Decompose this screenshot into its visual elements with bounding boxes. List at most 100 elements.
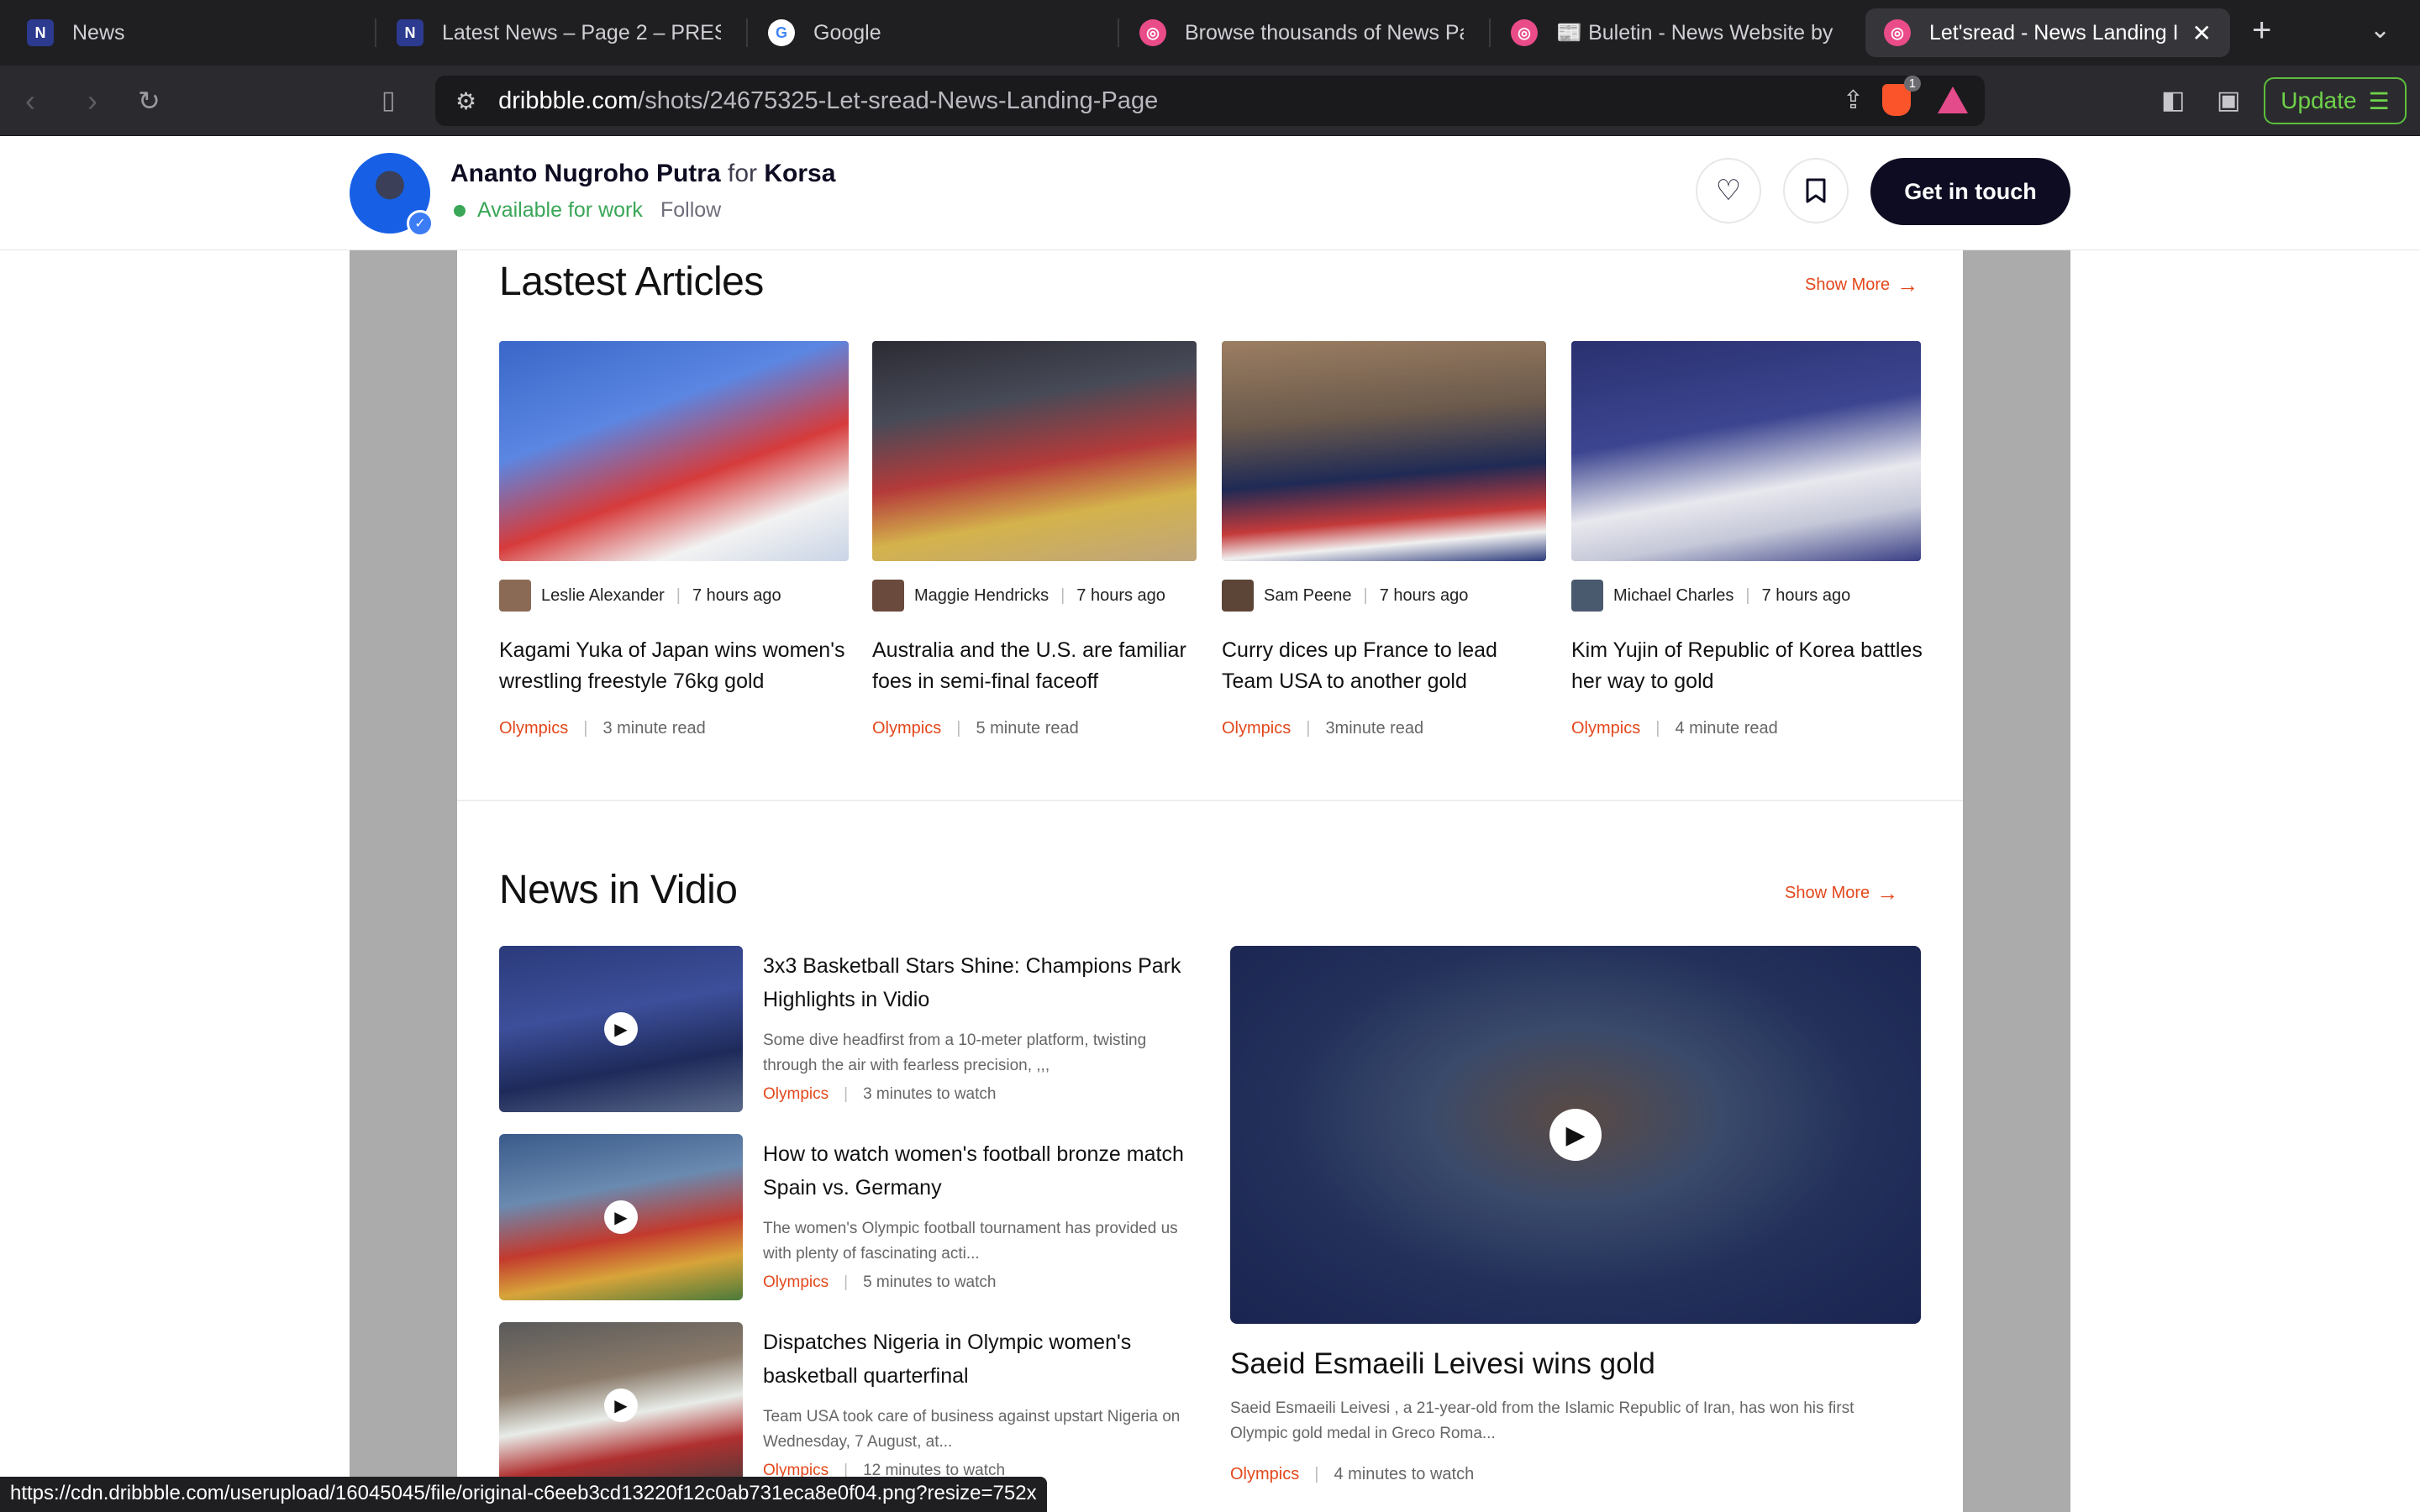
brave-shields-icon[interactable]: 1 — [1882, 76, 1921, 116]
new-tab-icon[interactable]: + — [2252, 12, 2271, 50]
bookmark-icon[interactable]: ▯ — [381, 81, 396, 121]
url-path: /shots/24675325-Let-sread-News-Landing-P… — [638, 87, 1159, 114]
category-tag[interactable]: Olympics — [763, 1085, 829, 1104]
category-tag[interactable]: Olympics — [872, 719, 941, 738]
dribbble-icon: ◎ — [1511, 19, 1538, 46]
post-time: 7 hours ago — [1076, 585, 1165, 605]
designer-name[interactable]: Ananto Nugroho Putra — [450, 160, 721, 187]
address-bar[interactable]: ⚙ dribbble.com/shots/24675325-Let-sread-… — [435, 76, 1985, 126]
brave-rewards-icon[interactable] — [1938, 87, 1968, 113]
article-title[interactable]: Kim Yujin of Republic of Korea battles h… — [1571, 635, 1924, 697]
featured-video-thumbnail[interactable]: ▶ — [1230, 946, 1921, 1324]
article-image-wrestling[interactable] — [499, 341, 849, 561]
article-image-basketball[interactable] — [872, 341, 1197, 561]
address-bar-actions: ⇪ 1 — [1843, 76, 1968, 116]
featured-video-description: Saeid Esmaeili Leivesi , a 21-year-old f… — [1230, 1399, 1854, 1442]
share-icon[interactable]: ⇪ — [1843, 86, 1864, 115]
pro-badge-icon: ✓ — [407, 210, 434, 237]
news-in-vidio-title: News in Vidio — [499, 868, 738, 912]
post-time: 7 hours ago — [692, 585, 781, 605]
watch-time: 3 minutes to watch — [863, 1085, 997, 1103]
news-site-icon: N — [397, 19, 424, 46]
tab-browse-news-pages[interactable]: ◎ Browse thousands of News Pag — [1121, 8, 1482, 57]
for-word: for — [727, 160, 757, 187]
chevron-down-icon[interactable]: ⌄ — [2370, 15, 2391, 45]
watch-time: 5 minutes to watch — [863, 1273, 997, 1291]
category-tag[interactable]: Olympics — [1222, 719, 1291, 738]
browser-tab-bar: N News N Latest News – Page 2 – PRESB G … — [0, 0, 2420, 66]
latest-show-more-link[interactable]: Show More → — [1805, 272, 1918, 298]
author-name: Michael Charles — [1613, 585, 1734, 605]
read-time: 5 minute read — [976, 719, 1079, 738]
post-time: 7 hours ago — [1761, 585, 1851, 605]
tab-separator — [1118, 18, 1119, 47]
arrow-right-icon: → — [1876, 880, 1899, 906]
availability-status: Available for work — [454, 198, 643, 223]
tab-letsread-active[interactable]: ◎ Let'sread - News Landing I ✕ — [1865, 8, 2230, 57]
reload-icon[interactable]: ↻ — [138, 81, 160, 121]
bookmark-icon — [1806, 178, 1826, 203]
play-icon[interactable]: ▶ — [604, 1200, 638, 1234]
video-description: Team USA took care of business against u… — [763, 1408, 1181, 1451]
dribbble-icon: ◎ — [1139, 19, 1166, 46]
show-more-label: Show More — [1805, 276, 1891, 294]
google-icon: G — [768, 19, 795, 46]
video-list-item[interactable]: ▶ 3x3 Basketball Stars Shine: Champions … — [499, 946, 1205, 1114]
video-title[interactable]: 3x3 Basketball Stars Shine: Champions Pa… — [763, 949, 1200, 1016]
close-tab-icon[interactable]: ✕ — [2181, 19, 2212, 47]
wallet-icon[interactable]: ▣ — [2217, 81, 2240, 121]
category-tag[interactable]: Olympics — [1571, 719, 1640, 738]
video-list-item[interactable]: ▶ Dispatches Nigeria in Olympic women's … — [499, 1322, 1205, 1490]
browser-toolbar: ‹ › ↻ ▯ ⚙ dribbble.com/shots/24675325-Le… — [0, 66, 2420, 136]
post-time: 7 hours ago — [1379, 585, 1469, 605]
video-thumbnail[interactable]: ▶ — [499, 1322, 743, 1488]
latest-articles-title: Lastest Articles — [499, 260, 764, 304]
author-avatar — [1571, 580, 1603, 612]
article-image-curry[interactable] — [1222, 341, 1546, 561]
update-button[interactable]: Update ☰ — [2264, 77, 2407, 124]
like-button[interactable]: ♡ — [1696, 158, 1761, 223]
play-icon[interactable]: ▶ — [604, 1389, 638, 1422]
article-title[interactable]: Curry dices up France to lead Team USA t… — [1222, 635, 1549, 697]
video-thumbnail[interactable]: ▶ — [499, 1134, 743, 1300]
tab-separator — [1489, 18, 1491, 47]
sidebar-toggle-icon[interactable]: ◧ — [2161, 81, 2185, 121]
article-image-taekwondo[interactable] — [1571, 341, 1921, 561]
article-title[interactable]: Australia and the U.S. are familiar foes… — [872, 635, 1200, 697]
video-thumbnail[interactable]: ▶ — [499, 946, 743, 1112]
url-host: dribbble.com — [498, 87, 639, 114]
tab-google[interactable]: G Google — [750, 8, 1111, 57]
news-site-icon: N — [27, 19, 54, 46]
category-tag[interactable]: Olympics — [1230, 1465, 1299, 1484]
play-icon[interactable]: ▶ — [604, 1012, 638, 1046]
read-time: 3minute read — [1325, 719, 1424, 738]
videos-show-more-link[interactable]: Show More → — [1785, 880, 1898, 906]
tab-news[interactable]: N News — [8, 8, 370, 57]
article-title[interactable]: Kagami Yuka of Japan wins women's wrestl… — [499, 635, 852, 697]
author-name: Leslie Alexander — [541, 585, 665, 605]
featured-video-title[interactable]: Saeid Esmaeili Leivesi wins gold — [1230, 1347, 1655, 1381]
video-description: The women's Olympic football tournament … — [763, 1220, 1178, 1263]
category-tag[interactable]: Olympics — [499, 719, 568, 738]
site-settings-icon[interactable]: ⚙ — [455, 87, 476, 115]
author-avatar — [499, 580, 531, 612]
tab-latest-news[interactable]: N Latest News – Page 2 – PRESB — [378, 8, 739, 57]
dribbble-icon: ◎ — [1884, 19, 1911, 46]
save-button[interactable] — [1783, 158, 1849, 223]
video-list-item[interactable]: ▶ How to watch women's football bronze m… — [499, 1134, 1205, 1302]
author-avatar — [872, 580, 904, 612]
shields-count-badge: 1 — [1903, 76, 1921, 92]
play-icon[interactable]: ▶ — [1549, 1109, 1602, 1161]
heart-icon: ♡ — [1715, 175, 1742, 207]
tab-buletin[interactable]: ◎ 📰 Buletin - News Website by A — [1492, 8, 1855, 57]
forward-icon[interactable]: › — [87, 81, 97, 121]
video-title[interactable]: How to watch women's football bronze mat… — [763, 1137, 1200, 1205]
video-description: Some dive headfirst from a 10-meter plat… — [763, 1032, 1147, 1074]
shot-header: ✓ Ananto Nugroho Putra for Korsa Availab… — [0, 136, 2420, 250]
back-icon[interactable]: ‹ — [25, 81, 35, 121]
team-name[interactable]: Korsa — [764, 160, 835, 187]
follow-button[interactable]: Follow — [660, 198, 721, 223]
get-in-touch-button[interactable]: Get in touch — [1870, 158, 2070, 225]
category-tag[interactable]: Olympics — [763, 1273, 829, 1292]
video-title[interactable]: Dispatches Nigeria in Olympic women's ba… — [763, 1326, 1200, 1393]
